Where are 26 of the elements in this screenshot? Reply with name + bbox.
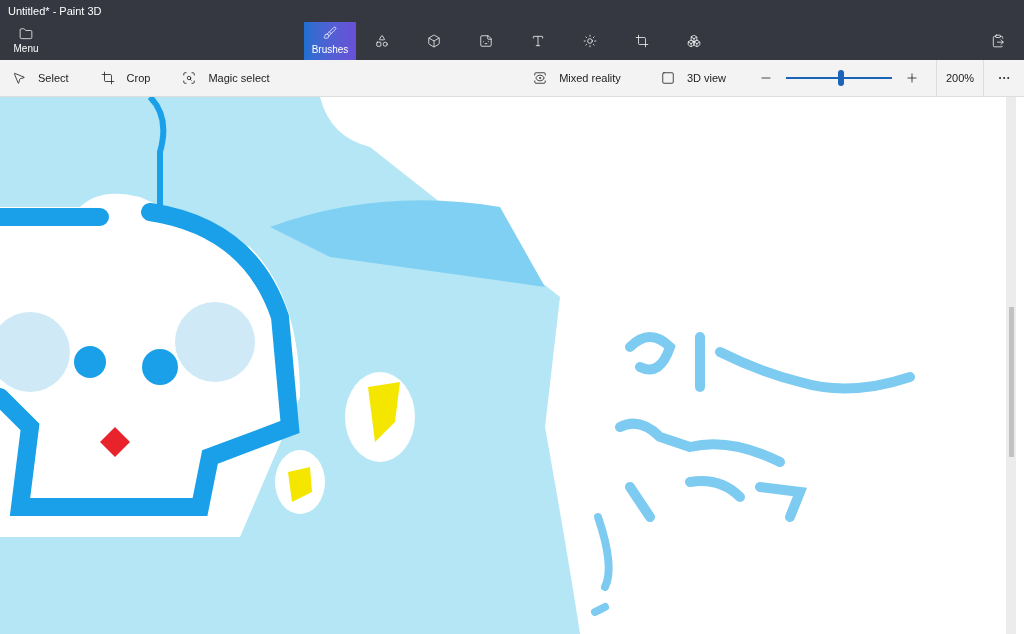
toolbar-button[interactable]: Select [0, 60, 81, 96]
folder-icon [19, 26, 33, 41]
paste-icon [991, 34, 1005, 48]
zoom-slider[interactable] [786, 70, 892, 86]
shapes-icon [375, 34, 389, 48]
window-title: Untitled* - Paint 3D [8, 3, 102, 19]
sticker-icon [479, 34, 493, 48]
magic-select-icon [182, 71, 197, 85]
toolbar-button[interactable]: Mixed reality [521, 60, 633, 96]
scrollbar-thumb[interactable] [1008, 307, 1014, 457]
tool-tab[interactable]: Brushes [304, 22, 356, 60]
toolbar-button[interactable]: Magic select [170, 60, 282, 96]
zoom-percentage: 200% [936, 59, 984, 97]
sun-icon [583, 34, 597, 48]
cube-icon [427, 34, 441, 48]
mixed-reality-icon [533, 71, 548, 85]
plus-icon [905, 71, 919, 85]
slider-thumb[interactable] [838, 70, 845, 86]
pointer-icon [12, 71, 26, 85]
toolbar-button[interactable]: Crop [88, 60, 163, 96]
cubes-icon [687, 34, 701, 48]
text-icon [531, 34, 545, 48]
brush-icon [323, 25, 337, 40]
crop-icon [100, 71, 115, 85]
menu-button[interactable]: Menu [0, 22, 52, 60]
toolbar-button[interactable]: 3D view [648, 60, 738, 96]
